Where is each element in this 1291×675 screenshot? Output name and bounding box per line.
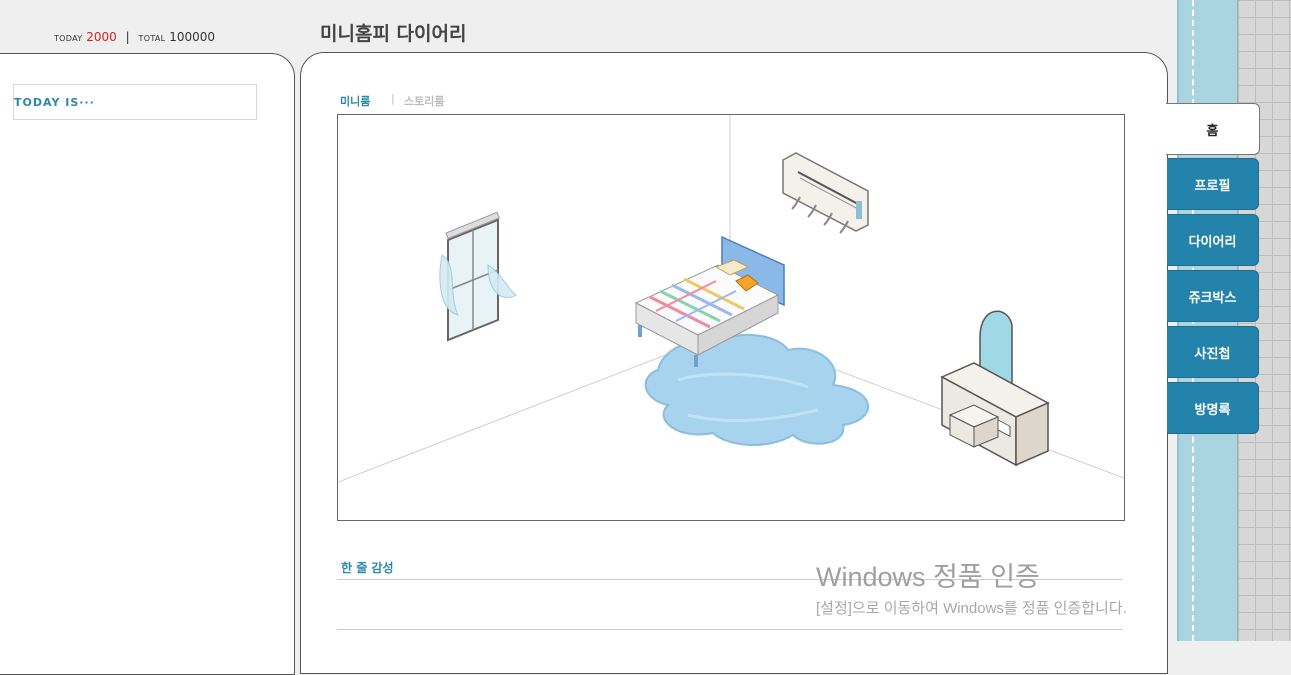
windows-activation-title: Windows 정품 인증 (816, 562, 1040, 592)
today-count: 2000 (86, 30, 117, 44)
page-title: 미니홈피 다이어리 (320, 23, 467, 45)
tab-profile[interactable]: 프로필 (1167, 158, 1259, 210)
counter-separator: | (125, 30, 130, 44)
miniroom-canvas (337, 114, 1125, 521)
divider (337, 629, 1123, 630)
total-label: TOTAL (138, 34, 166, 43)
left-panel (0, 53, 295, 675)
one-line-mood-title: 한 줄 감성 (341, 561, 394, 575)
vanity-icon (940, 310, 1050, 467)
tab-guestbook[interactable]: 방명록 (1167, 382, 1259, 434)
today-is-label: TODAY IS··· (14, 96, 95, 109)
tab-home[interactable]: 홈 (1166, 103, 1260, 155)
visit-counter: TODAY 2000 | TOTAL 100000 (54, 30, 215, 44)
air-conditioner-icon (782, 152, 869, 234)
tab-jukebox[interactable]: 쥬크박스 (1167, 270, 1259, 322)
nav-separator: | (391, 92, 395, 105)
tab-diary[interactable]: 다이어리 (1167, 214, 1259, 266)
today-label: TODAY (54, 34, 83, 43)
window-icon (439, 211, 517, 342)
tab-photo-album[interactable]: 사진첩 (1167, 326, 1259, 378)
windows-activation-subtitle: [설정]으로 이동하여 Windows를 정품 인증합니다. (816, 600, 1127, 617)
rug-icon (644, 333, 870, 446)
total-count: 100000 (169, 30, 216, 44)
tab-miniroom[interactable]: 미니룸 (340, 93, 370, 109)
tab-storyroom[interactable]: 스토리룸 (404, 93, 444, 109)
